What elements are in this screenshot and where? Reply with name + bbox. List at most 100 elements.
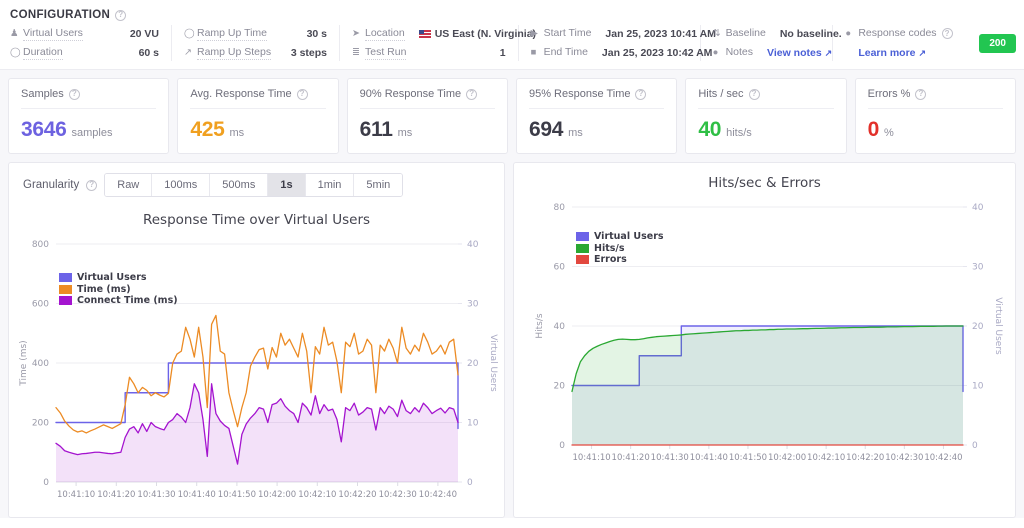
chart-legend-hits-errors: Virtual Users Hits/s Errors	[576, 231, 664, 266]
metric-card-header: Hits / sec ?	[698, 88, 834, 109]
legend-item[interactable]: Hits/s	[576, 243, 664, 255]
learn-more-link[interactable]: Learn more ↗	[858, 47, 926, 59]
config-value: 20 VU	[129, 27, 159, 40]
metric-card-header: Samples ?	[21, 88, 157, 109]
legend-swatch-icon	[59, 273, 72, 283]
granularity-option-100ms[interactable]: 100ms	[152, 174, 211, 196]
metric-card-avg-response-time: Avg. Response Time ? 425 ms	[177, 78, 339, 154]
svg-text:30: 30	[972, 263, 984, 273]
svg-text:400: 400	[32, 359, 49, 369]
help-circle-icon[interactable]: ?	[635, 88, 647, 100]
metric-card-header: 90% Response Time ?	[359, 88, 495, 109]
metrics-card-row: Samples ? 3646 samples Avg. Response Tim…	[0, 70, 1024, 162]
us-flag-icon	[418, 29, 431, 38]
metric-value: 425	[190, 118, 225, 141]
hits-errors-panel: Hits/sec & Errors 0 20 40 60 80 0 10 20 30 40 Hits…	[513, 162, 1016, 518]
metric-unit: ms	[229, 127, 245, 139]
granularity-label: Granularity	[23, 179, 80, 191]
config-value: 30 s	[306, 27, 327, 40]
configuration-title: CONFIGURATION	[10, 9, 111, 21]
legend-item[interactable]: Time (ms)	[59, 284, 178, 296]
chart-area-hits-errors: 0 20 40 60 80 0 10 20 30 40 Hits/s Virtual Users 10:…	[514, 193, 1015, 483]
legend-swatch-icon	[576, 255, 589, 265]
svg-text:10:41:20: 10:41:20	[97, 490, 135, 500]
config-item-virtual-users: ♟ Virtual Users 20 VU	[10, 25, 159, 42]
svg-text:80: 80	[554, 203, 566, 213]
location-arrow-icon: ➤	[352, 27, 360, 39]
svg-text:10:41:40: 10:41:40	[178, 490, 216, 500]
svg-text:10:42:40: 10:42:40	[419, 490, 457, 500]
chart-title-response-time: Response Time over Virtual Users	[142, 212, 371, 228]
legend-swatch-icon	[576, 232, 589, 242]
metric-card-hits-per-sec: Hits / sec ? 40 hits/s	[685, 78, 847, 154]
play-icon: ▶	[530, 27, 538, 39]
config-label: Virtual Users	[23, 26, 83, 41]
svg-text:Time (ms): Time (ms)	[19, 340, 29, 386]
metric-card-errors-percent: Errors % ? 0 %	[854, 78, 1016, 154]
config-item-baseline: ⇅ Baseline No baseline.	[713, 25, 842, 42]
metric-value: 694	[528, 118, 564, 141]
svg-text:10:42:10: 10:42:10	[298, 490, 336, 500]
granularity-option-5min[interactable]: 5min	[354, 174, 403, 196]
response-time-panel: Granularity ? Raw 100ms 500ms 1s 1min 5m…	[8, 162, 505, 518]
legend-label: Errors	[594, 254, 627, 265]
svg-text:10:41:30: 10:41:30	[137, 490, 175, 500]
svg-text:20: 20	[554, 382, 566, 392]
config-value: 1	[499, 46, 506, 59]
legend-item[interactable]: Errors	[576, 254, 664, 266]
metric-card-body: 694 ms	[529, 109, 664, 142]
legend-item[interactable]: Virtual Users	[59, 272, 178, 284]
trending-up-icon: ↗	[184, 46, 192, 58]
help-circle-icon[interactable]: ?	[86, 179, 98, 191]
legend-label: Connect Time (ms)	[77, 295, 178, 306]
metric-card-title: Hits / sec	[698, 88, 744, 100]
config-item-ramp-up-time: ◯ Ramp Up Time 30 s	[184, 25, 327, 42]
legend-label: Virtual Users	[594, 231, 664, 242]
legend-swatch-icon	[59, 296, 72, 306]
clock-icon: ◯	[10, 46, 21, 58]
metric-card-title: 90% Response Time	[359, 88, 462, 100]
svg-text:Virtual Users: Virtual Users	[993, 297, 1003, 355]
help-circle-icon[interactable]: ?	[296, 88, 308, 100]
granularity-option-1s[interactable]: 1s	[268, 174, 306, 196]
metric-card-header: Errors % ?	[867, 88, 1003, 109]
circle-icon: ●	[845, 27, 852, 39]
stop-icon: ■	[530, 46, 537, 58]
granularity-option-raw[interactable]: Raw	[105, 174, 153, 196]
notes-icon: ●	[712, 46, 719, 58]
help-circle-icon[interactable]: ?	[115, 9, 127, 21]
help-circle-icon[interactable]: ?	[466, 88, 478, 100]
help-circle-icon[interactable]: ?	[748, 88, 760, 100]
svg-text:10:42:40: 10:42:40	[924, 453, 962, 463]
config-value-location: US East (N. Virginia)	[405, 28, 536, 40]
user-icon: ♟	[10, 27, 19, 39]
performance-test-report-page: CONFIGURATION ? ♟ Virtual Users 20 VU ◯ …	[0, 0, 1024, 528]
svg-text:10:41:10: 10:41:10	[57, 490, 95, 500]
svg-text:Virtual Users: Virtual Users	[488, 334, 498, 392]
status-badge-200[interactable]: 200	[979, 33, 1016, 53]
metric-unit: samples	[71, 127, 113, 139]
legend-item[interactable]: Virtual Users	[576, 231, 664, 243]
help-circle-icon[interactable]: ?	[941, 28, 953, 39]
granularity-option-1min[interactable]: 1min	[305, 174, 355, 196]
metric-card-95-response-time: 95% Response Time ? 694 ms	[515, 78, 678, 154]
granularity-option-500ms[interactable]: 500ms	[210, 174, 269, 196]
learn-more-label: Learn more	[858, 46, 916, 59]
metric-card-header: 95% Response Time ?	[528, 88, 665, 109]
config-label: Test Run	[365, 45, 407, 60]
config-label: Baseline	[725, 27, 766, 39]
metric-card-header: Avg. Response Time ?	[190, 88, 326, 109]
svg-text:10:42:20: 10:42:20	[846, 453, 884, 463]
config-item-test-run: ≣ Test Run 1	[352, 44, 506, 61]
granularity-segmented-control: Raw 100ms 500ms 1s 1min 5min	[104, 173, 404, 197]
metric-card-90-response-time: 90% Response Time ? 611 ms	[346, 78, 508, 154]
legend-item[interactable]: Connect Time (ms)	[59, 295, 178, 307]
view-notes-link[interactable]: View notes ↗	[753, 47, 832, 59]
config-item-ramp-up-steps: ↗ Ramp Up Steps 3 steps	[184, 44, 327, 61]
help-circle-icon[interactable]: ?	[915, 88, 927, 100]
svg-text:60: 60	[554, 263, 566, 273]
svg-text:10:41:30: 10:41:30	[651, 453, 689, 463]
config-item-notes: ● Notes View notes ↗	[712, 44, 833, 61]
svg-text:0: 0	[972, 441, 978, 451]
help-circle-icon[interactable]: ?	[68, 88, 80, 100]
